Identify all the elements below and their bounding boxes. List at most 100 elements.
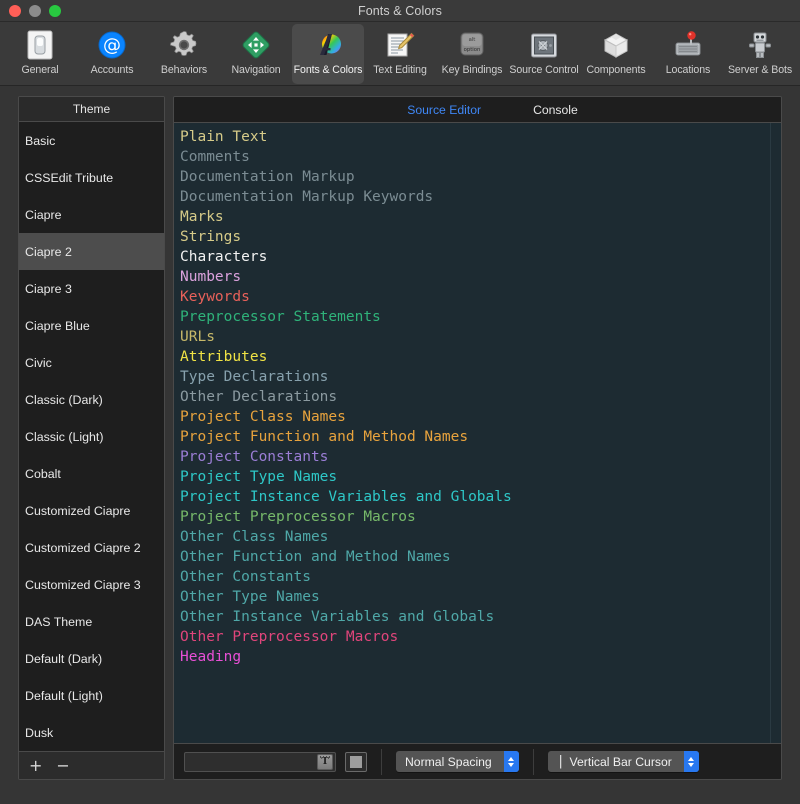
theme-list-item-label: Customized Ciapre 2: [25, 540, 141, 555]
theme-list-item-label: Ciapre 2: [25, 244, 72, 259]
syntax-item-row[interactable]: Numbers: [180, 267, 781, 287]
theme-list-item-label: Dusk: [25, 725, 54, 740]
syntax-item-row[interactable]: URLs: [180, 327, 781, 347]
toolbar-item-behaviors[interactable]: Behaviors: [148, 24, 220, 84]
cursor-shape-icon: |: [556, 754, 565, 769]
theme-list-item-label: Basic: [25, 133, 56, 148]
theme-list-item[interactable]: Customized Ciapre: [19, 492, 164, 529]
window-titlebar: Fonts & Colors: [0, 0, 800, 22]
theme-list-item[interactable]: Basic: [19, 122, 164, 159]
syntax-item-row[interactable]: Plain Text: [180, 127, 781, 147]
syntax-item-row[interactable]: Other Constants: [180, 567, 781, 587]
font-picker-icon[interactable]: T: [317, 753, 333, 770]
chevron-down-icon: [508, 762, 515, 767]
chevron-up-icon: [508, 756, 515, 761]
theme-list-item[interactable]: Ciapre: [19, 196, 164, 233]
theme-list-item-label: Civic: [25, 355, 52, 370]
syntax-item-row[interactable]: Keywords: [180, 287, 781, 307]
vertical-scrollbar[interactable]: [770, 123, 781, 743]
theme-list-item[interactable]: Ciapre 3: [19, 270, 164, 307]
cursor-popup-stepper[interactable]: [683, 751, 699, 772]
toolbar-item-accounts[interactable]: @ Accounts: [76, 24, 148, 84]
theme-list-item[interactable]: Ciapre 2: [19, 233, 164, 270]
theme-list-item[interactable]: Customized Ciapre 2: [19, 529, 164, 566]
theme-list-item[interactable]: Civic: [19, 344, 164, 381]
spacing-popup-button[interactable]: Normal Spacing: [396, 751, 519, 772]
theme-list-item[interactable]: Classic (Light): [19, 418, 164, 455]
text-color-swatch-button[interactable]: [345, 751, 367, 772]
theme-list-item-label: Default (Light): [25, 688, 103, 703]
svg-text:alt: alt: [469, 37, 476, 43]
theme-list-item[interactable]: Dusk: [19, 714, 164, 751]
syntax-item-row[interactable]: Project Function and Method Names: [180, 427, 781, 447]
syntax-item-row[interactable]: Other Instance Variables and Globals: [180, 607, 781, 627]
toolbar-item-label: Source Control: [509, 64, 579, 76]
syntax-item-label: Comments: [180, 149, 250, 165]
syntax-item-label: Marks: [180, 209, 224, 225]
syntax-item-row[interactable]: Other Class Names: [180, 527, 781, 547]
theme-list-item[interactable]: Default (Light): [19, 677, 164, 714]
theme-list-item[interactable]: Customized Ciapre 3: [19, 566, 164, 603]
syntax-item-row[interactable]: Project Constants: [180, 447, 781, 467]
syntax-item-row[interactable]: Characters: [180, 247, 781, 267]
syntax-item-row[interactable]: Other Declarations: [180, 387, 781, 407]
minimize-button[interactable]: [29, 4, 41, 17]
syntax-item-row[interactable]: Other Preprocessor Macros: [180, 627, 781, 647]
tab-console[interactable]: Console: [533, 103, 578, 117]
toolbar-item-server-bots[interactable]: Server & Bots: [724, 24, 796, 84]
syntax-item-row[interactable]: Type Declarations: [180, 367, 781, 387]
close-button[interactable]: [9, 4, 21, 17]
cursor-popup-button[interactable]: | Vertical Bar Cursor: [547, 751, 699, 772]
theme-list[interactable]: Basic CSSEdit Tribute Ciapre Ciapre 2 Ciapre…: [19, 122, 164, 751]
gear-icon: [167, 29, 201, 61]
add-theme-button[interactable]: +: [29, 757, 42, 774]
theme-list-item[interactable]: Ciapre Blue: [19, 307, 164, 344]
cube-box-icon: [599, 29, 633, 61]
maximize-button[interactable]: [49, 4, 61, 17]
toolbar-item-text-editing[interactable]: Text Editing: [364, 24, 436, 84]
syntax-item-row[interactable]: Project Type Names: [180, 467, 781, 487]
toolbar-item-fonts-colors[interactable]: Fonts & Colors: [292, 24, 364, 84]
toolbar-item-locations[interactable]: Locations: [652, 24, 724, 84]
toolbar-item-key-bindings[interactable]: alt option Key Bindings: [436, 24, 508, 84]
toolbar-item-source-control[interactable]: Source Control: [508, 24, 580, 84]
color-swatch-row: BackgroundCurrent LineSelectionCursorInv…: [18, 794, 782, 804]
syntax-item-label: Numbers: [180, 269, 242, 285]
syntax-item-row[interactable]: Strings: [180, 227, 781, 247]
syntax-item-row[interactable]: Project Instance Variables and Globals: [180, 487, 781, 507]
theme-list-item-label: Customized Ciapre: [25, 503, 131, 518]
theme-list-item[interactable]: CSSEdit Tribute: [19, 159, 164, 196]
preferences-toolbar: General @ Accounts Behaviors Navigation: [0, 22, 800, 86]
toolbar-item-general[interactable]: General: [4, 24, 76, 84]
syntax-item-row[interactable]: Marks: [180, 207, 781, 227]
spacing-popup-stepper[interactable]: [503, 751, 519, 772]
syntax-item-label: Other Declarations: [180, 389, 338, 405]
syntax-item-label: Documentation Markup: [180, 169, 355, 185]
syntax-item-row[interactable]: Documentation Markup: [180, 167, 781, 187]
theme-list-item[interactable]: Cobalt: [19, 455, 164, 492]
remove-theme-button[interactable]: −: [56, 757, 69, 774]
syntax-scroll-area: Plain Text Comments Documentation Markup Do…: [174, 123, 781, 743]
syntax-item-row[interactable]: Project Class Names: [180, 407, 781, 427]
syntax-item-row[interactable]: Preprocessor Statements: [180, 307, 781, 327]
syntax-item-label: Other Class Names: [180, 529, 329, 545]
theme-list-item[interactable]: DAS Theme: [19, 603, 164, 640]
theme-list-item[interactable]: Classic (Dark): [19, 381, 164, 418]
theme-list-item[interactable]: Default (Dark): [19, 640, 164, 677]
syntax-item-label: Project Preprocessor Macros: [180, 509, 416, 525]
font-name-field[interactable]: T: [184, 751, 336, 772]
syntax-item-row[interactable]: Other Type Names: [180, 587, 781, 607]
toolbar-item-components[interactable]: Components: [580, 24, 652, 84]
spacing-popup-value: Normal Spacing: [405, 754, 492, 769]
syntax-item-row[interactable]: Other Function and Method Names: [180, 547, 781, 567]
toolbar-item-navigation[interactable]: Navigation: [220, 24, 292, 84]
syntax-item-row[interactable]: Attributes: [180, 347, 781, 367]
syntax-item-row[interactable]: Project Preprocessor Macros: [180, 507, 781, 527]
syntax-item-row[interactable]: Heading: [180, 647, 781, 667]
syntax-item-row[interactable]: Comments: [180, 147, 781, 167]
tab-source-editor[interactable]: Source Editor: [407, 103, 481, 117]
syntax-item-label: Preprocessor Statements: [180, 309, 381, 325]
syntax-item-list[interactable]: Plain Text Comments Documentation Markup Do…: [174, 123, 781, 667]
syntax-item-row[interactable]: Documentation Markup Keywords: [180, 187, 781, 207]
theme-list-item-label: Classic (Light): [25, 429, 104, 444]
